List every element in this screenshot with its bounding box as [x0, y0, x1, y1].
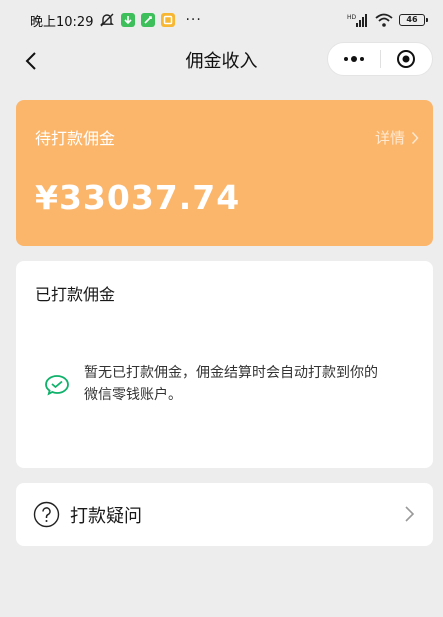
paid-commission-card: 已打款佣金 暂无已打款佣金，佣金结算时会自动打款到你的微信零钱账户。: [16, 261, 433, 468]
mute-bell-icon: [99, 12, 115, 28]
chevron-right-icon: [411, 131, 419, 144]
payment-faq-row[interactable]: 打款疑问: [16, 483, 433, 546]
more-button[interactable]: [328, 43, 380, 75]
paid-commission-label: 已打款佣金: [35, 285, 116, 304]
question-circle-icon: [33, 501, 60, 528]
more-dots-icon: [343, 56, 364, 62]
wifi-icon: [375, 13, 393, 27]
detail-label: 详情: [374, 129, 405, 147]
mini-program-capsule: [327, 42, 433, 76]
more-notifications-indicator: ···: [185, 12, 202, 28]
target-circle-icon: [397, 50, 416, 68]
payment-faq-label: 打款疑问: [70, 506, 142, 527]
close-mini-program-button[interactable]: [381, 43, 433, 75]
wechat-pay-icon: [45, 375, 69, 396]
app-notification-icon: [121, 13, 136, 27]
chevron-right-icon: [405, 506, 415, 522]
pending-commission-card: 待打款佣金 详情 ¥33037.74: [16, 100, 433, 246]
app-notification-icon: [161, 13, 176, 27]
app-notification-icon: [141, 13, 156, 27]
empty-paid-message: 暂无已打款佣金，佣金结算时会自动打款到你的微信零钱账户。: [84, 365, 378, 403]
pending-amount: ¥33037.74: [35, 178, 241, 217]
detail-link[interactable]: 详情: [375, 127, 419, 148]
status-bar: 晚上10:29 ··· HD 46: [0, 0, 443, 40]
pending-commission-label: 待打款佣金: [35, 129, 116, 148]
signal-icon: HD: [347, 13, 369, 27]
back-button[interactable]: [18, 48, 44, 74]
battery-icon: 46: [399, 14, 428, 26]
nav-bar: 佣金收入: [0, 40, 443, 80]
network-type-label: HD: [347, 14, 357, 21]
chevron-left-icon: [25, 52, 36, 70]
status-time: 晚上10:29: [30, 14, 94, 30]
